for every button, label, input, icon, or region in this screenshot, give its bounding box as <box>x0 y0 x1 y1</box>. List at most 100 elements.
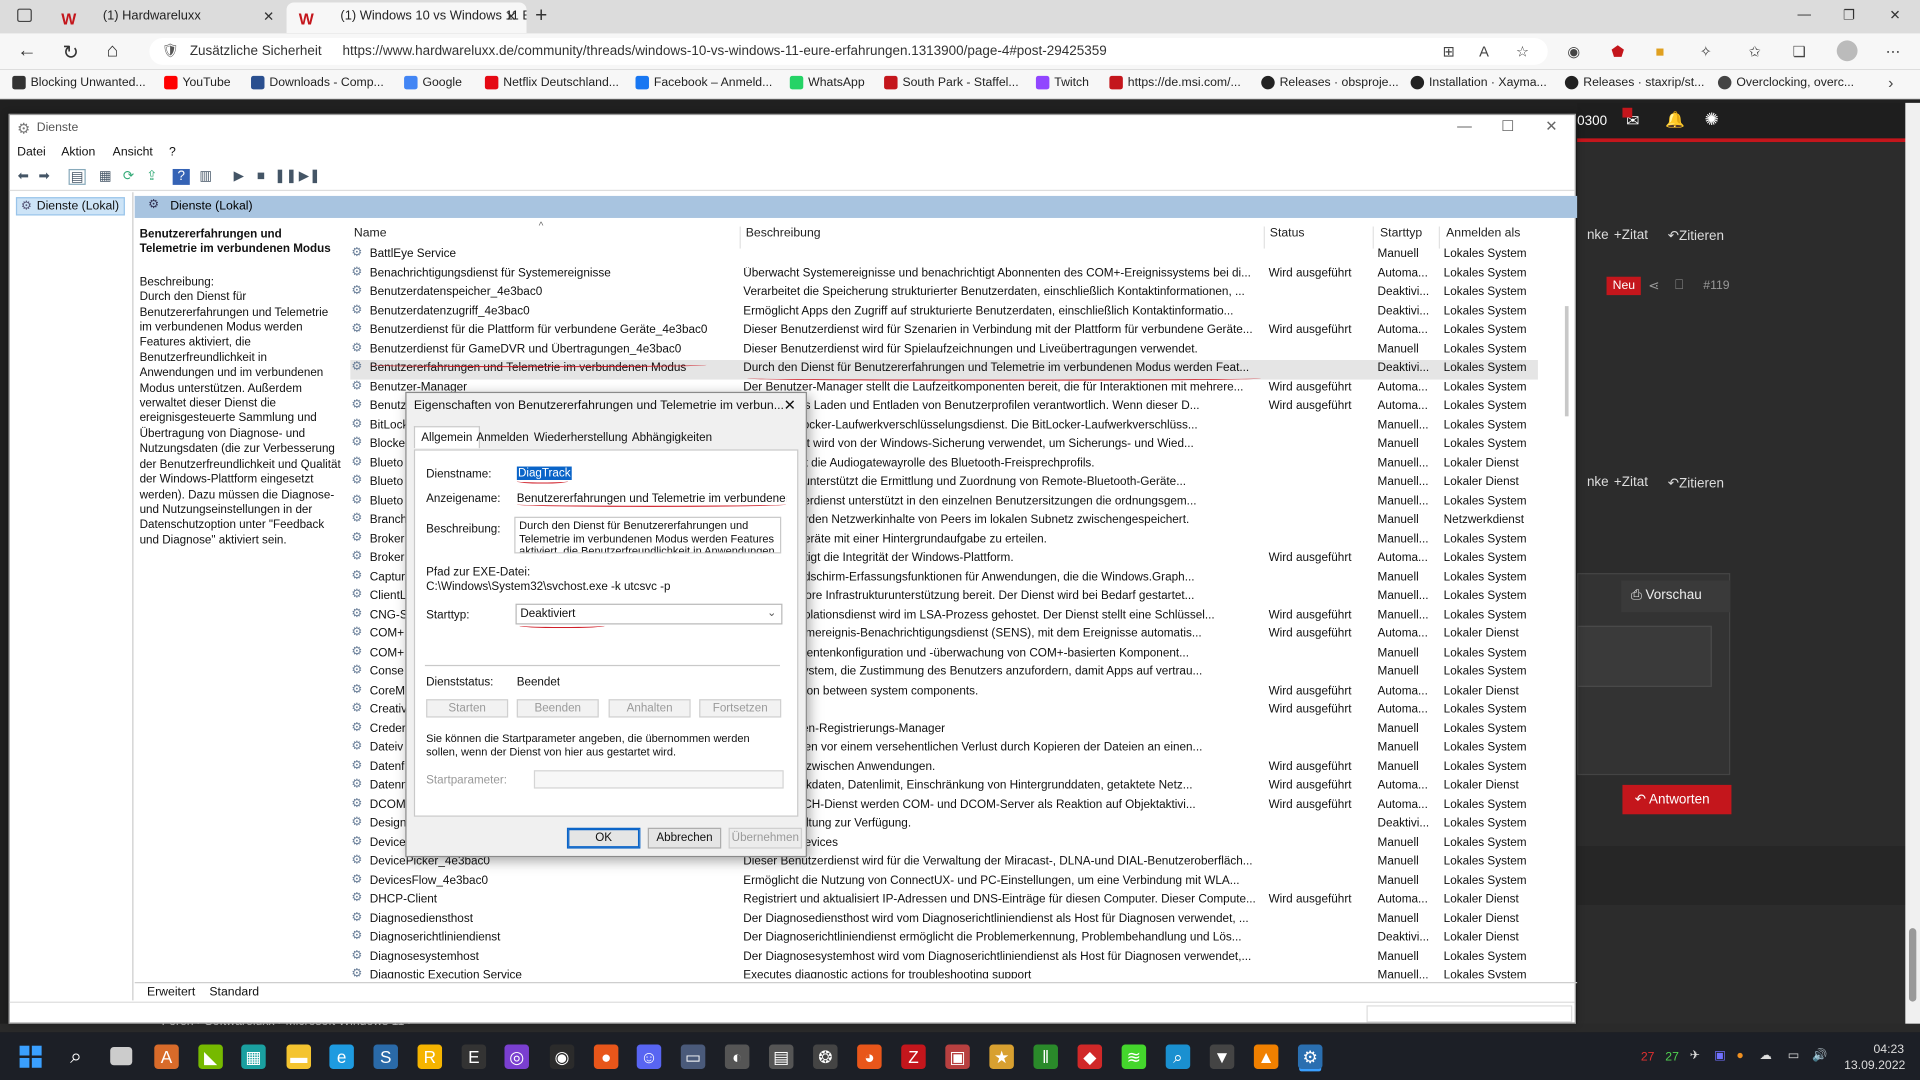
bookmark-item[interactable]: Releases · staxrip/st... <box>1564 75 1704 90</box>
extension-orange-icon[interactable]: ■ <box>1656 43 1665 60</box>
maximize-icon[interactable]: ☐ <box>1501 118 1514 135</box>
minimize-icon[interactable]: — <box>1457 118 1472 135</box>
table-row[interactable]: ⚙ DevicesFlow_4e3bac0 Ermöglicht die Nutzu… <box>350 872 1538 891</box>
export-icon[interactable]: ⇪ <box>143 169 160 185</box>
bookmark-item[interactable]: South Park - Staffel... <box>884 75 1019 90</box>
search-icon[interactable]: ⌕ <box>64 1044 88 1068</box>
search-app-icon[interactable]: ⌕ <box>1165 1044 1191 1069</box>
close-tab-icon[interactable]: ✕ <box>505 9 516 25</box>
share-icon[interactable]: ⋖ <box>1648 278 1659 294</box>
bookmark-item[interactable]: Releases · obsproje... <box>1261 75 1399 90</box>
menu-ansicht[interactable]: Ansicht <box>113 146 153 159</box>
bookmark-item[interactable]: WhatsApp <box>789 75 865 90</box>
calculator-icon[interactable]: ▦ <box>241 1044 266 1069</box>
bookmark-item[interactable]: Google <box>404 75 462 90</box>
extensions-icon[interactable]: ✧ <box>1700 43 1712 60</box>
tab-wiederherstellung[interactable]: Wiederherstellung <box>530 429 631 447</box>
clock-time[interactable]: 04:23 <box>1873 1043 1904 1056</box>
tab-erweitert[interactable]: Erweitert <box>147 986 195 999</box>
table-row[interactable]: ⚙ Benachrichtigungsdienst für Systemereig… <box>350 265 1538 284</box>
stop-icon[interactable]: ■ <box>252 169 269 185</box>
settings-icon[interactable]: ✺ <box>1704 109 1718 130</box>
collections-icon[interactable]: ❏ <box>1793 43 1806 60</box>
tab-actions-icon[interactable] <box>17 8 32 23</box>
table-row[interactable]: ⚙ Diagnoserichtliniendienst Der Diagnoseri… <box>350 929 1538 948</box>
column-name[interactable]: Name <box>354 227 387 240</box>
extension-dark-icon[interactable]: ◉ <box>1567 43 1580 60</box>
controller-icon[interactable]: ▭ <box>680 1044 706 1069</box>
star-app-icon[interactable]: ★ <box>989 1044 1014 1069</box>
reply-button[interactable]: ↶ Antworten <box>1622 784 1732 815</box>
preview-button[interactable]: ⎙ Vorschau <box>1621 580 1731 613</box>
browser-tab-hardwareluxx[interactable]: W (1) Hardwareluxx ✕ <box>49 2 284 33</box>
table-row[interactable]: ⚙ Diagnostic Execution Service Executes di… <box>350 967 1538 978</box>
monitor-icon[interactable]: ▭ <box>1788 1049 1800 1062</box>
page-scrollbar[interactable] <box>1905 102 1920 1028</box>
bookmark-item[interactable]: Installation · Xayma... <box>1410 75 1547 90</box>
start-button[interactable]: Starten <box>426 699 509 718</box>
back-icon[interactable]: ← <box>17 40 37 62</box>
clock-date[interactable]: 13.09.2022 <box>1844 1059 1905 1072</box>
table-row[interactable]: ⚙ Benutzerdatenspeicher_4e3bac0 Verarbeite… <box>350 284 1538 303</box>
browser-tab-windows-thread[interactable]: W (1) Windows 10 vs Windows 11 E ✕ <box>286 2 527 34</box>
table-row[interactable]: ⚙ Benutzerdatenzugriff_4e3bac0 Ermöglicht … <box>350 303 1538 322</box>
bookmark-item[interactable]: Overclocking, overc... <box>1717 75 1854 90</box>
menu-datei[interactable]: Datei <box>17 146 46 159</box>
more-menu-icon[interactable]: ⋯ <box>1886 43 1901 60</box>
bookmark-item[interactable]: Twitch <box>1035 75 1089 90</box>
profile-avatar[interactable] <box>1836 40 1858 62</box>
properties-icon[interactable]: ▦ <box>97 169 114 185</box>
apply-button[interactable]: Übernehmen <box>728 827 803 849</box>
table-row[interactable]: ⚙ Benutzerdienst für die Plattform für ve… <box>350 322 1538 341</box>
aperture-icon[interactable]: ❂ <box>813 1044 838 1069</box>
close-icon[interactable]: ✕ <box>784 397 796 414</box>
home-icon[interactable]: ⌂ <box>107 40 119 62</box>
help-icon[interactable]: ? <box>172 168 190 185</box>
tab-anmelden[interactable]: Anmelden <box>473 429 533 447</box>
favorites-icon[interactable]: ✩ <box>1749 43 1761 60</box>
tree-node-services-local[interactable]: ⚙ Dienste (Lokal) <box>15 197 126 216</box>
razer-icon[interactable]: ≋ <box>1121 1044 1147 1069</box>
start-param-input[interactable] <box>533 770 784 789</box>
store-icon[interactable]: A <box>154 1044 179 1069</box>
column-logon[interactable]: Anmelden als <box>1446 227 1520 240</box>
show-desktop[interactable] <box>1914 1032 1920 1080</box>
column-description[interactable]: Beschreibung <box>746 227 821 240</box>
clapper-icon[interactable]: ▤ <box>768 1044 794 1069</box>
bookmark-item[interactable]: YouTube <box>164 75 231 90</box>
tab-standard[interactable]: Standard <box>209 986 259 999</box>
circle-app-icon[interactable]: ◎ <box>504 1044 529 1069</box>
anydesk-icon[interactable]: ◆ <box>1077 1044 1103 1069</box>
url-bar[interactable]: 🛡 Zusätzliche Sicherheit https://www.har… <box>149 37 1548 65</box>
table-row[interactable]: ⚙ Benutzerdienst für GameDVR und Übertrag… <box>350 341 1538 360</box>
cloud-icon[interactable]: ☁ <box>1760 1049 1772 1062</box>
steam-icon[interactable]: S <box>373 1044 398 1069</box>
pause-icon[interactable]: ❚❚ <box>274 169 297 185</box>
restore-icon[interactable]: ❐ <box>1843 7 1855 24</box>
stop-button[interactable]: Beenden <box>516 699 599 718</box>
quote-button[interactable]: +Zitat <box>1614 475 1648 490</box>
tab-abhaengigkeiten[interactable]: Abhängigkeiten <box>628 429 716 447</box>
vlc-icon[interactable]: ▲ <box>1253 1044 1279 1069</box>
list-scrollbar[interactable] <box>1562 245 1574 980</box>
apps-icon[interactable]: ⊞ <box>1442 43 1454 60</box>
bookmark-item[interactable]: Facebook – Anmeld... <box>635 75 772 90</box>
bars-app-icon[interactable]: ‖ <box>1033 1044 1058 1069</box>
table-row[interactable]: ⚙ DHCP-Client Registriert und aktualisiert… <box>350 891 1538 910</box>
pause-button[interactable]: Anhalten <box>608 699 691 718</box>
bookmark-item[interactable]: https://de.msi.com/... <box>1109 75 1241 90</box>
gpu-temp[interactable]: 27 <box>1665 1051 1679 1064</box>
calendar-icon[interactable]: ▣ <box>945 1044 970 1069</box>
tray-orange-icon[interactable]: ● <box>1736 1049 1743 1062</box>
close-tab-icon[interactable]: ✕ <box>263 9 274 25</box>
new-tab-icon[interactable]: + <box>535 4 547 28</box>
refresh-icon[interactable]: ⟳ <box>120 169 137 185</box>
scrollbar-thumb[interactable] <box>1908 928 1917 1002</box>
thanks-partial[interactable]: nke <box>1587 228 1609 243</box>
play-icon[interactable]: ▶ <box>230 169 247 185</box>
filezilla-icon[interactable]: Z <box>901 1044 926 1069</box>
bookmark-icon[interactable]: ⎕ <box>1675 278 1683 294</box>
show-tree-icon[interactable]: ▤ <box>68 168 86 185</box>
ok-button[interactable]: OK <box>566 827 641 849</box>
discord-icon[interactable]: ☺ <box>636 1044 662 1069</box>
